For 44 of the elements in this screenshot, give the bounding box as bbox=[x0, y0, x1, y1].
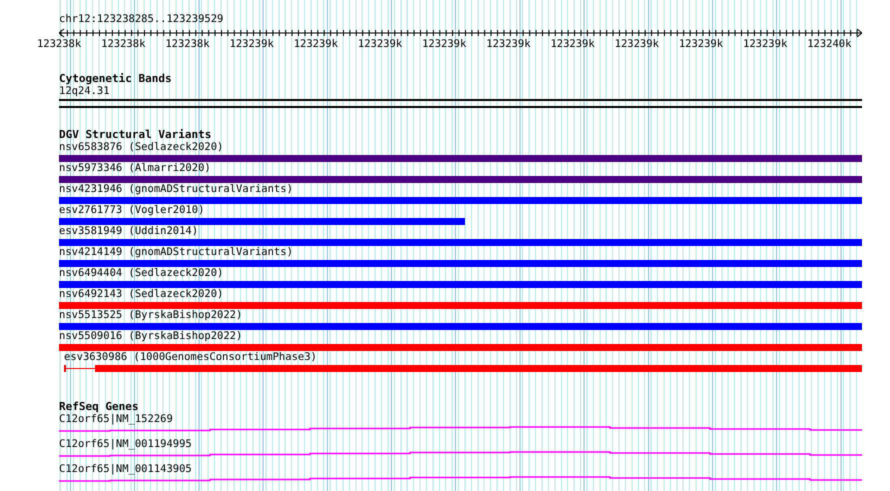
track-title: RefSeq Genes bbox=[59, 400, 138, 413]
variant-bar[interactable] bbox=[59, 218, 466, 225]
ruler-tick-label: 123238k bbox=[164, 38, 211, 50]
variant-label: nsv6583876 (Sedlazeck2020) bbox=[59, 141, 224, 153]
ruler-tick-label: 123238k bbox=[100, 38, 146, 50]
variant-label: nsv5509016 (ByrskaBishop2022) bbox=[59, 330, 242, 342]
band-label: 12q24.31 bbox=[59, 85, 110, 97]
variant-bar[interactable] bbox=[59, 155, 862, 162]
variant-bar[interactable] bbox=[59, 176, 862, 183]
variant-bar[interactable] bbox=[59, 260, 862, 267]
variant-label: esv3630986 (1000GenomesConsortiumPhase3) bbox=[63, 351, 317, 363]
variant-bar[interactable] bbox=[59, 323, 862, 330]
variant-bar[interactable] bbox=[59, 344, 862, 351]
ruler-tick-label: 123240k bbox=[806, 38, 852, 50]
ruler-tick-label: 123239k bbox=[421, 38, 468, 50]
ruler-tick-label: 123239k bbox=[678, 38, 724, 50]
variant-bar[interactable] bbox=[95, 365, 862, 372]
variant-label: nsv5513525 (ByrskaBishop2022) bbox=[59, 309, 242, 321]
gene-label: C12orf65|NM_001143905 bbox=[59, 463, 192, 475]
variant-label: nsv4231946 (gnomADStructuralVariants) bbox=[59, 183, 293, 195]
track-title: Cytogenetic Bands bbox=[59, 72, 172, 85]
ruler-tick-label: 123239k bbox=[292, 38, 339, 50]
gene-label: C12orf65|NM_152269 bbox=[59, 413, 173, 425]
ruler-tick-label: 123239k bbox=[228, 38, 275, 50]
variant-bar[interactable] bbox=[59, 239, 862, 246]
ruler-tick-label: 123239k bbox=[485, 38, 532, 50]
ruler-tick-label: 123239k bbox=[614, 38, 660, 50]
variant-label: nsv6492143 (Sedlazeck2020) bbox=[59, 288, 224, 300]
variant-bar[interactable] bbox=[59, 302, 862, 309]
location-label: chr12:123238285..123239529 bbox=[59, 13, 224, 25]
variant-label: nsv4214149 (gnomADStructuralVariants) bbox=[59, 246, 293, 258]
ruler-tick-label: 123239k bbox=[356, 38, 404, 50]
variant-label: esv3581949 (Uddin2014) bbox=[59, 225, 198, 237]
variant-label: nsv5973346 (Almarri2020) bbox=[59, 162, 211, 174]
variant-label: nsv6494404 (Sedlazeck2020) bbox=[59, 267, 224, 279]
variant-gap-line bbox=[66, 368, 95, 369]
variant-label: esv2761773 (Vogler2010) bbox=[59, 204, 204, 216]
variant-bar[interactable] bbox=[59, 281, 862, 288]
ruler-tick-label: 123238k bbox=[36, 38, 82, 50]
ruler-tick-label: 123239k bbox=[742, 38, 788, 50]
track-title: DGV Structural Variants bbox=[59, 128, 212, 141]
ruler-tick-label: 123239k bbox=[549, 38, 596, 50]
variant-bar[interactable] bbox=[59, 197, 862, 204]
gene-label: C12orf65|NM_001194995 bbox=[59, 438, 192, 450]
